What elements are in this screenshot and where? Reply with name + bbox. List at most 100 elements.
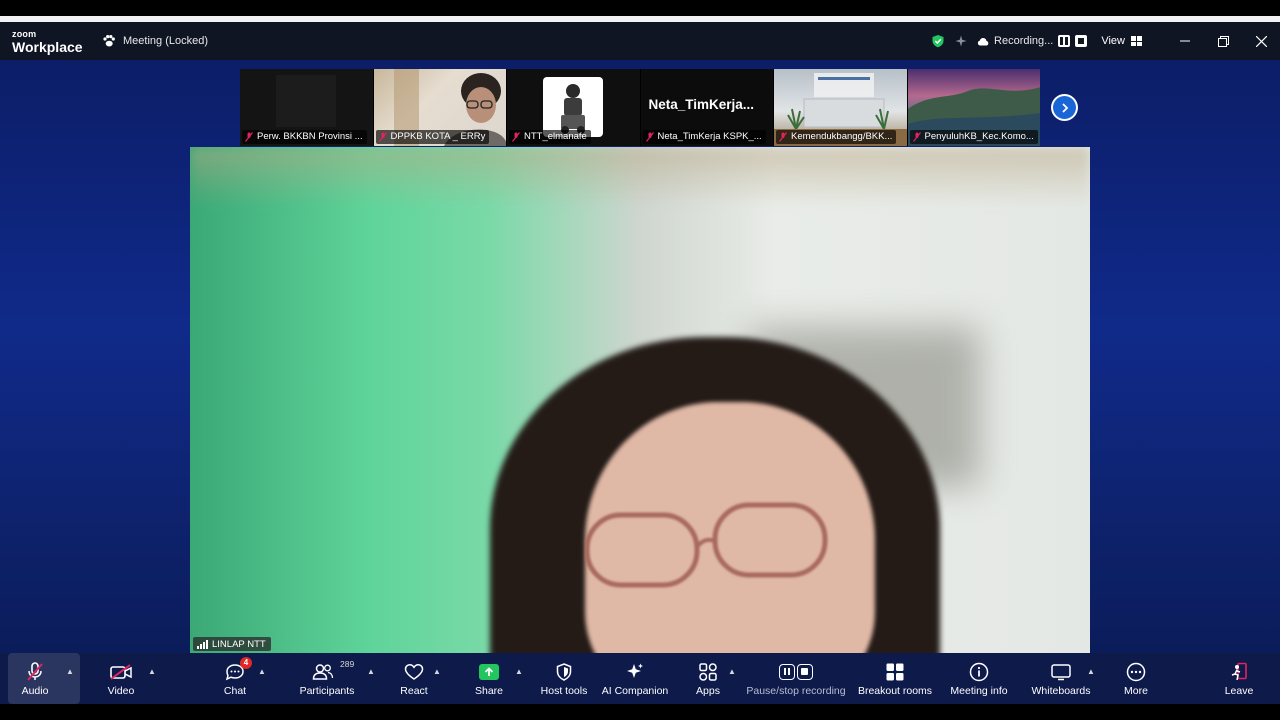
participant-name-tag: DPPKB KOTA _ ERRy (375, 130, 490, 144)
participants-icon (312, 661, 334, 683)
shield-check-icon[interactable] (931, 34, 945, 48)
mic-muted-icon (378, 132, 387, 142)
meeting-status-label: Meeting (Locked) (123, 35, 208, 47)
heart-icon (403, 661, 425, 683)
chat-label: Chat (223, 685, 247, 697)
participant-display-name: Neta_TimKerja... (648, 97, 755, 112)
apps-options-caret[interactable]: ▲ (728, 667, 736, 676)
restore-button[interactable] (1204, 22, 1242, 60)
meeting-controls-toolbar: Audio ▲ Video ▲ 4 Chat ▲ 289 Participant… (0, 653, 1280, 704)
react-options-caret[interactable]: ▲ (433, 667, 441, 676)
participant-thumbnail[interactable]: DPPKB KOTA _ ERRy (373, 69, 506, 146)
speaker-name-tag: LINLAP NTT (193, 637, 271, 651)
ai-companion-button[interactable]: AI Companion (602, 653, 668, 704)
participant-name: Kemendukbangg/BKK... (791, 131, 893, 142)
participants-count: 289 (340, 659, 355, 669)
title-bar: zoom Workplace Meeting (Locked) Recordin… (0, 22, 1280, 60)
pause-icon[interactable] (1058, 35, 1071, 47)
profile-photo (543, 77, 603, 137)
recording-control-label: Pause/stop recording (746, 685, 846, 697)
participants-button[interactable]: 289 Participants (296, 653, 358, 704)
participant-name-tag: Perw. BKKBN Provinsi ... (242, 130, 367, 144)
apps-label: Apps (696, 685, 720, 697)
ai-sparkle-icon (624, 661, 646, 683)
recording-indicator[interactable]: Recording... (977, 35, 1088, 47)
close-button[interactable] (1242, 22, 1280, 60)
paw-icon (103, 35, 115, 47)
meeting-status[interactable]: Meeting (Locked) (102, 34, 208, 48)
participant-thumbnail[interactable]: NTT_elmanafe (507, 69, 640, 146)
participant-name: NTT_elmanafe (524, 131, 587, 142)
cloud-icon (977, 37, 989, 45)
whiteboard-icon (1050, 661, 1072, 683)
host-tools-label: Host tools (540, 685, 588, 697)
apps-icon (697, 661, 719, 683)
title-bar-right: Recording... View (931, 22, 1280, 60)
participants-label: Participants (299, 685, 355, 697)
video-button[interactable]: Video (100, 653, 142, 704)
participant-name-tag: NTT_elmanafe (509, 130, 591, 144)
share-options-caret[interactable]: ▲ (515, 667, 523, 676)
participant-name-tag: PenyuluhKB_Kec.Komo... (909, 130, 1038, 144)
more-button[interactable]: More (1118, 653, 1154, 704)
participant-name: DPPKB KOTA _ ERRy (390, 131, 486, 142)
restore-icon (1217, 35, 1229, 47)
close-icon (1255, 35, 1267, 47)
audio-button[interactable]: Audio ▲ (8, 653, 80, 704)
chat-button[interactable]: 4 Chat (215, 653, 255, 704)
ai-companion-label: AI Companion (601, 685, 669, 697)
share-label: Share (474, 685, 504, 697)
mic-muted-icon (512, 132, 520, 142)
share-arrow-icon (478, 661, 500, 683)
active-speaker-video: LINLAP NTT (190, 147, 1090, 653)
mic-muted-icon (645, 132, 654, 142)
share-button[interactable]: Share (472, 653, 506, 704)
react-button[interactable]: React (398, 653, 430, 704)
pause-stop-recording-button[interactable]: Pause/stop recording (746, 653, 846, 704)
leave-icon (1228, 661, 1250, 683)
leave-label: Leave (1224, 685, 1254, 697)
participant-thumbnail[interactable]: Kemendukbangg/BKK... (774, 69, 907, 146)
video-label: Video (107, 685, 135, 697)
chevron-right-icon (1061, 102, 1068, 113)
next-page-button[interactable] (1051, 94, 1078, 121)
audio-options-caret[interactable]: ▲ (66, 667, 74, 676)
participant-thumbnail[interactable]: Perw. BKKBN Provinsi ... (240, 69, 373, 146)
brand-large: Workplace (12, 39, 83, 55)
brand-small: zoom (12, 29, 37, 39)
minimize-icon (1180, 40, 1190, 42)
recording-label: Recording... (994, 35, 1054, 47)
stop-icon[interactable] (1075, 35, 1088, 47)
speaker-name: LINLAP NTT (212, 638, 266, 650)
zoom-window: zoom Workplace Meeting (Locked) Recordin… (0, 22, 1280, 704)
minimize-button[interactable] (1166, 22, 1204, 60)
participants-options-caret[interactable]: ▲ (367, 667, 375, 676)
shield-icon (553, 661, 575, 683)
breakout-rooms-button[interactable]: Breakout rooms (856, 653, 934, 704)
participant-name: Perw. BKKBN Provinsi ... (257, 131, 363, 142)
signal-bars-icon (197, 639, 208, 649)
leave-button[interactable]: Leave (1222, 653, 1256, 704)
participant-name-tag: Kemendukbangg/BKK... (776, 130, 897, 144)
view-label: View (1101, 35, 1125, 47)
chat-options-caret[interactable]: ▲ (258, 667, 266, 676)
host-tools-button[interactable]: Host tools (538, 653, 590, 704)
whiteboards-options-caret[interactable]: ▲ (1087, 667, 1095, 676)
participant-thumbnail[interactable]: Neta_TimKerja... Neta_TimKerja KSPK_... (640, 69, 773, 146)
whiteboards-label: Whiteboards (1031, 685, 1091, 697)
info-icon (968, 661, 990, 683)
breakout-rooms-label: Breakout rooms (857, 685, 933, 697)
apps-button[interactable]: Apps (692, 653, 724, 704)
more-label: More (1124, 685, 1148, 697)
meeting-info-button[interactable]: Meeting info (946, 653, 1012, 704)
video-options-caret[interactable]: ▲ (148, 667, 156, 676)
chat-unread-badge: 4 (240, 657, 252, 669)
mic-muted-icon (912, 132, 921, 142)
audio-label: Audio (21, 685, 49, 697)
camera-off-icon (110, 661, 132, 683)
whiteboards-button[interactable]: Whiteboards (1030, 653, 1092, 704)
participant-thumbnail[interactable]: PenyuluhKB_Kec.Komo... (907, 69, 1040, 146)
view-button[interactable]: View (1101, 35, 1142, 47)
mic-muted-icon (24, 661, 46, 683)
sparkle-icon[interactable] (955, 35, 967, 47)
